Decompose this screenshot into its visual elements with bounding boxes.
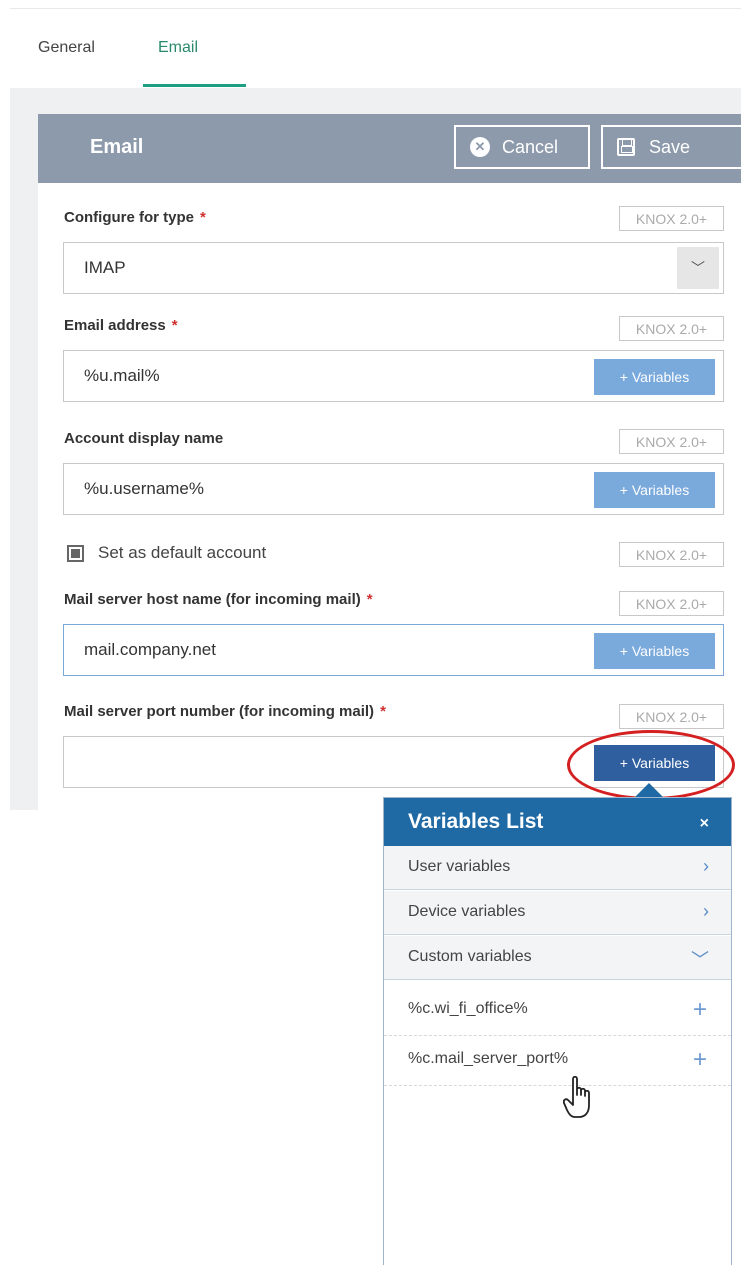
active-tab-indicator <box>143 84 246 87</box>
close-icon[interactable]: × <box>700 815 709 833</box>
display-name-label: Account display name <box>64 430 224 447</box>
plus-icon[interactable]: + <box>693 996 707 1024</box>
popup-header: Variables List × <box>384 798 731 846</box>
save-button[interactable]: Save <box>601 125 741 169</box>
plus-icon[interactable]: + <box>693 1046 707 1074</box>
configure-type-label: Configure for type * <box>64 209 206 226</box>
email-address-value: %u.mail% <box>84 366 160 385</box>
variables-button[interactable]: + Variables <box>594 633 715 669</box>
hand-cursor-icon <box>563 1075 590 1118</box>
knox-badge: KNOX 2.0+ <box>619 429 724 454</box>
tab-bar: General Email <box>10 8 741 88</box>
knox-badge: KNOX 2.0+ <box>619 704 724 729</box>
host-name-field[interactable]: mail.company.net + Variables <box>63 624 724 676</box>
host-name-value: mail.company.net <box>84 640 216 659</box>
save-label: Save <box>649 136 691 157</box>
knox-badge: KNOX 2.0+ <box>619 591 724 616</box>
default-account-checkbox[interactable] <box>67 544 84 562</box>
display-name-value: %u.username% <box>84 479 205 498</box>
port-number-label: Mail server port number (for incoming ma… <box>64 703 386 720</box>
save-icon <box>617 138 635 156</box>
variables-list-popup: Variables List × User variables › Device… <box>383 797 732 1265</box>
chevron-right-icon: › <box>703 901 709 921</box>
knox-badge: KNOX 2.0+ <box>619 206 724 231</box>
host-name-label: Mail server host name (for incoming mail… <box>64 591 373 608</box>
group-user-variables[interactable]: User variables › <box>384 846 731 890</box>
display-name-field[interactable]: %u.username% + Variables <box>63 463 724 515</box>
knox-badge: KNOX 2.0+ <box>619 542 724 567</box>
group-custom-variables[interactable]: Custom variables ﹀ <box>384 936 731 980</box>
default-account-row[interactable]: Set as default account <box>67 543 266 563</box>
list-item[interactable]: %c.mail_server_port% + <box>384 1036 731 1086</box>
form-header: Email ✕ Cancel Save <box>38 114 741 183</box>
chevron-down-icon: ﹀ <box>691 950 709 970</box>
popup-title: Variables List <box>408 810 544 833</box>
tab-email[interactable]: Email <box>158 39 198 57</box>
email-address-field[interactable]: %u.mail% + Variables <box>63 350 724 402</box>
form-title: Email <box>90 136 144 158</box>
tab-general[interactable]: General <box>38 39 95 57</box>
configure-type-value: IMAP <box>84 258 126 277</box>
list-item[interactable]: %c.wi_fi_office% + <box>384 986 731 1036</box>
cancel-label: Cancel <box>502 136 559 157</box>
configure-type-select[interactable]: IMAP ﹀ <box>63 242 724 294</box>
chevron-down-icon[interactable]: ﹀ <box>677 247 719 289</box>
cancel-button[interactable]: ✕ Cancel <box>454 125 590 169</box>
email-address-label: Email address * <box>64 317 178 334</box>
knox-badge: KNOX 2.0+ <box>619 316 724 341</box>
variables-button[interactable]: + Variables <box>594 359 715 395</box>
variables-button[interactable]: + Variables <box>594 472 715 508</box>
group-device-variables[interactable]: Device variables › <box>384 891 731 935</box>
cancel-icon: ✕ <box>470 137 490 157</box>
chevron-right-icon: › <box>703 856 709 876</box>
default-account-label: Set as default account <box>98 543 267 562</box>
popup-pointer <box>634 783 664 798</box>
